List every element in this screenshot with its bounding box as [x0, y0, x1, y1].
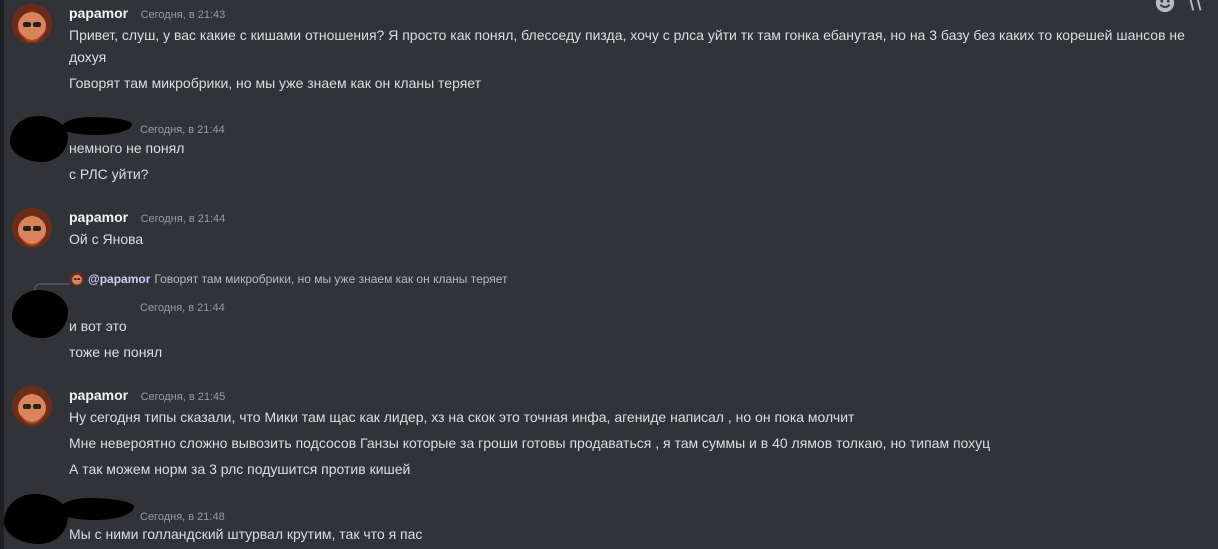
emoji-icon[interactable] — [1154, 0, 1176, 14]
timestamp: Сегодня, в 21:45 — [140, 391, 226, 403]
message-text: Мне невероятно сложно вывозить подсосов … — [69, 435, 991, 451]
message-header: papamor Сегодня, в 21:45 — [69, 387, 225, 405]
avatar[interactable] — [12, 4, 52, 44]
username[interactable]: papamor — [69, 209, 128, 225]
message-text: А так можем норм за 3 рлс подушится прот… — [69, 461, 411, 477]
avatar[interactable] — [12, 386, 52, 426]
left-edge — [0, 0, 4, 549]
reply-text: Говорят там микробрики, но мы уже знаем … — [154, 272, 508, 286]
reaction-icon[interactable] — [1184, 0, 1206, 14]
message-header: Сегодня, в 21:44 — [132, 120, 225, 138]
reply-avatar — [70, 272, 84, 286]
reply-mention[interactable]: @papamor — [88, 272, 150, 286]
message-header: papamor Сегодня, в 21:44 — [69, 209, 225, 227]
redacted-username — [62, 117, 132, 135]
message-text: и вот это — [69, 318, 127, 334]
timestamp: Сегодня, в 21:44 — [140, 213, 226, 225]
redacted-avatar — [4, 494, 68, 544]
message-header: Сегодня, в 21:44 — [132, 298, 225, 316]
timestamp: Сегодня, в 21:48 — [140, 511, 225, 523]
timestamp: Сегодня, в 21:43 — [140, 9, 226, 21]
message-header: papamor Сегодня, в 21:43 — [69, 5, 225, 23]
message-text: немного не понял — [69, 140, 185, 156]
avatar[interactable] — [12, 208, 52, 248]
message-text: Говорят там микробрики, но мы уже знаем … — [69, 75, 482, 91]
message-text: с РЛС уйти? — [69, 166, 149, 182]
reply-preview[interactable]: @papamor Говорят там микробрики, но мы у… — [70, 272, 508, 286]
username[interactable]: papamor — [69, 5, 128, 21]
redacted-avatar — [10, 116, 68, 162]
redacted-username — [58, 498, 134, 520]
message-text: Привет, слуш, у вас какие с кишами отнош… — [69, 27, 1185, 65]
username[interactable]: papamor — [69, 387, 128, 403]
message-text: тоже не понял — [69, 344, 163, 360]
timestamp: Сегодня, в 21:44 — [140, 124, 225, 136]
message-text: Ну сегодня типы сказали, что Мики там ща… — [69, 409, 855, 425]
message-toolbar — [1154, 0, 1206, 14]
message-text: Мы с ними голландский штурвал крутим, та… — [69, 526, 423, 542]
redacted-avatar — [12, 290, 68, 338]
message-text: Ой с Янова — [69, 231, 144, 247]
timestamp: Сегодня, в 21:44 — [140, 302, 225, 314]
